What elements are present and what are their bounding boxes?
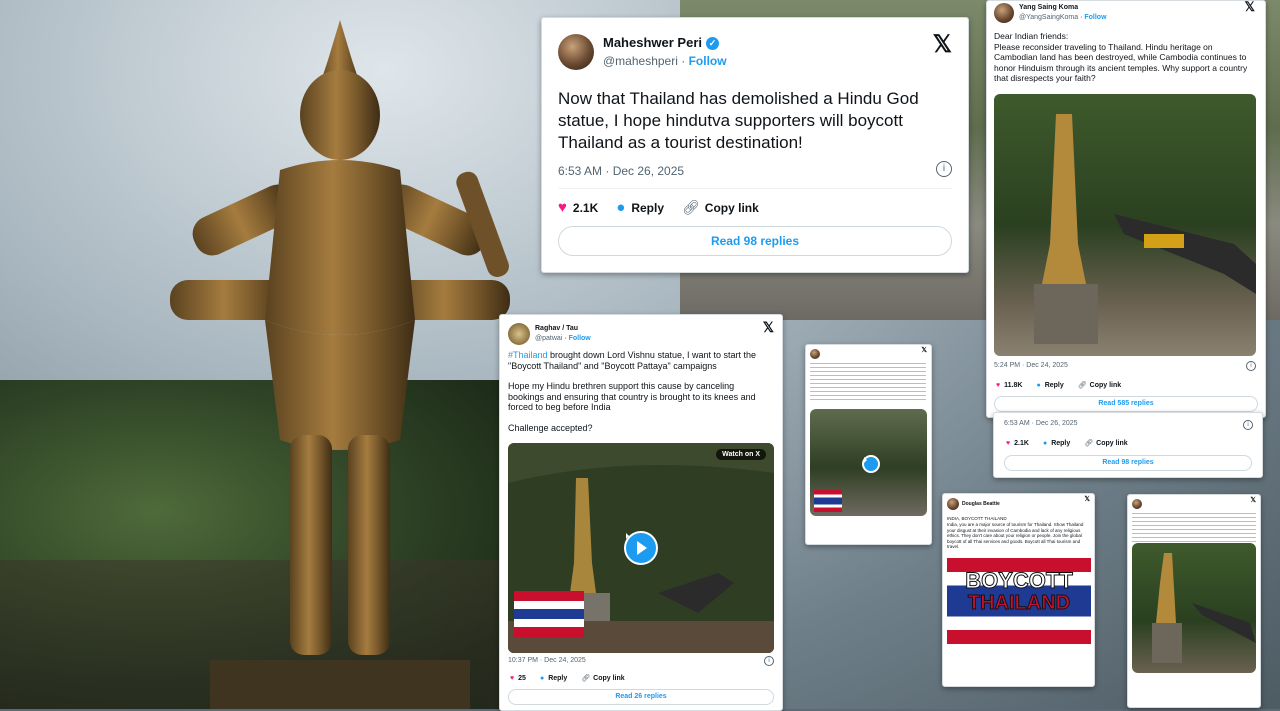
info-icon[interactable]: i xyxy=(936,161,952,177)
reply-button[interactable]: Reply xyxy=(631,201,664,215)
tweet-thumbnail-raghav[interactable]: 𝕏 xyxy=(805,344,932,545)
heart-icon[interactable]: ♥ xyxy=(996,382,1000,389)
avatar xyxy=(947,498,959,510)
x-logo-icon: 𝕏 xyxy=(921,347,927,354)
vishnu-statue-image xyxy=(170,20,510,709)
tweet-text-lines xyxy=(810,363,926,403)
read-replies-button[interactable]: Read 585 replies xyxy=(994,396,1258,412)
reply-icon[interactable]: ● xyxy=(1036,382,1040,389)
tweet-text: India, you are a major source of tourism… xyxy=(947,522,1084,549)
tweet-timestamp[interactable]: 5:24 PM · Dec 24, 2025 xyxy=(994,362,1068,369)
link-icon[interactable]: 🔗︎ xyxy=(581,674,590,682)
read-replies-button[interactable]: Read 98 replies xyxy=(558,226,952,256)
avatar xyxy=(810,349,820,359)
x-logo-icon[interactable]: 𝕏 xyxy=(1245,1,1255,15)
tweet-card-peri-small[interactable]: 6:53 AM · Dec 26, 2025 i ♥ 2.1K ● Reply … xyxy=(993,412,1263,478)
follow-button[interactable]: Follow xyxy=(569,335,591,342)
tweet-text: Dear Indian friends: Please reconsider t… xyxy=(994,31,1248,83)
like-count[interactable]: 2.1K xyxy=(573,201,598,215)
author-name[interactable]: Yang Saing Koma xyxy=(1019,3,1107,13)
info-icon[interactable]: i xyxy=(1243,420,1253,430)
link-icon[interactable]: 🔗︎ xyxy=(682,199,700,216)
thai-flag xyxy=(814,490,842,512)
tweet-timestamp[interactable]: 6:53 AM · Dec 26, 2025 xyxy=(1004,420,1078,427)
divider xyxy=(558,188,952,189)
author-name: Douglas Beattie xyxy=(962,501,1000,507)
follow-button[interactable]: Follow xyxy=(1084,14,1106,21)
tweet-text-title: INDIA, BOYCOTT THAILAND xyxy=(947,516,1007,521)
author-handle[interactable]: @maheshperi xyxy=(603,54,678,68)
reply-icon[interactable]: ● xyxy=(540,675,544,682)
copy-link-button[interactable]: Copy link xyxy=(1090,382,1122,389)
reply-button[interactable]: Reply xyxy=(1051,440,1070,447)
hashtag-link[interactable]: #Thailand xyxy=(508,350,548,360)
read-replies-button[interactable]: Read 26 replies xyxy=(508,689,774,705)
author-handle[interactable]: @YangSaingKoma xyxy=(1019,14,1078,21)
verified-badge-icon: ✓ xyxy=(706,36,719,50)
x-logo-icon[interactable]: 𝕏 xyxy=(933,30,952,59)
tweet-text-part3: Challenge accepted? xyxy=(508,422,593,433)
like-count[interactable]: 25 xyxy=(518,675,526,682)
reply-button[interactable]: Reply xyxy=(1045,382,1064,389)
author-name[interactable]: Raghav / Tau xyxy=(535,324,591,334)
tweet-text: Now that Thailand has demolished a Hindu… xyxy=(558,89,919,152)
copy-link-button[interactable]: Copy link xyxy=(593,675,625,682)
avatar xyxy=(1132,499,1142,509)
banner-line2: THAILAND xyxy=(967,592,1071,615)
tweet-text-part2: Hope my Hindu brethren support this caus… xyxy=(508,381,756,412)
tweet-image xyxy=(1132,543,1256,673)
info-icon[interactable]: i xyxy=(764,656,774,666)
watch-on-x-badge[interactable]: Watch on X xyxy=(716,449,766,460)
statue-demolition-photo xyxy=(1034,114,1256,344)
read-replies-button[interactable]: Read 98 replies xyxy=(1004,455,1252,471)
tweet-video[interactable]: Watch on X xyxy=(508,443,774,653)
link-icon[interactable]: 🔗︎ xyxy=(1078,381,1087,389)
reply-icon[interactable]: ● xyxy=(1043,440,1047,447)
x-logo-icon: 𝕏 xyxy=(1084,496,1090,503)
x-logo-icon[interactable]: 𝕏 xyxy=(763,319,774,336)
author-handle[interactable]: @patwai xyxy=(535,335,562,342)
tweet-card-yang[interactable]: Yang Saing Koma @YangSaingKoma · Follow … xyxy=(986,0,1266,418)
heart-icon[interactable]: ♥ xyxy=(510,675,514,682)
avatar[interactable] xyxy=(994,3,1014,23)
dot-separator: · xyxy=(681,54,689,68)
tweet-card-raghav[interactable]: Raghav / Tau @patwai · Follow 𝕏 #Thailan… xyxy=(499,314,783,711)
reply-icon[interactable]: ● xyxy=(616,199,625,216)
reply-button[interactable]: Reply xyxy=(548,675,567,682)
tweet-card-maheshwer[interactable]: Maheshwer Peri ✓ @maheshperi · Follow 𝕏 … xyxy=(541,17,969,273)
like-count[interactable]: 11.8K xyxy=(1004,382,1022,389)
link-icon[interactable]: 🔗︎ xyxy=(1084,439,1093,447)
tweet-image[interactable] xyxy=(994,94,1256,356)
statue-demolition-photo xyxy=(1152,553,1256,663)
tweet-timestamp[interactable]: 10:37 PM · Dec 24, 2025 xyxy=(508,657,586,664)
author-name[interactable]: Maheshwer Peri xyxy=(603,34,702,52)
avatar[interactable] xyxy=(558,34,594,70)
tweet-timestamp[interactable]: 6:53 AM · Dec 26, 2025 xyxy=(558,164,684,178)
tweet-text-lines xyxy=(1132,513,1256,543)
play-button-icon xyxy=(862,455,880,473)
copy-link-button[interactable]: Copy link xyxy=(1096,440,1128,447)
tweet-video xyxy=(810,409,927,516)
boycott-banner: BOYCOTT THAILAND xyxy=(947,558,1091,644)
like-count[interactable]: 2.1K xyxy=(1014,440,1029,447)
tweet-card-douglas[interactable]: Douglas Beattie 𝕏 INDIA, BOYCOTT THAILAN… xyxy=(942,493,1095,687)
follow-button[interactable]: Follow xyxy=(689,54,727,68)
x-logo-icon: 𝕏 xyxy=(1250,497,1256,504)
play-button-icon[interactable] xyxy=(624,531,658,565)
banner-line1: BOYCOTT xyxy=(965,568,1074,593)
tweet-thumbnail-yang[interactable]: 𝕏 xyxy=(1127,494,1261,708)
avatar[interactable] xyxy=(508,323,530,345)
heart-icon[interactable]: ♥ xyxy=(558,199,567,216)
heart-icon[interactable]: ♥ xyxy=(1006,440,1010,447)
info-icon[interactable]: i xyxy=(1246,361,1256,371)
copy-link-button[interactable]: Copy link xyxy=(705,201,759,215)
tweet-text: #Thailand brought down Lord Vishnu statu… xyxy=(508,350,770,433)
